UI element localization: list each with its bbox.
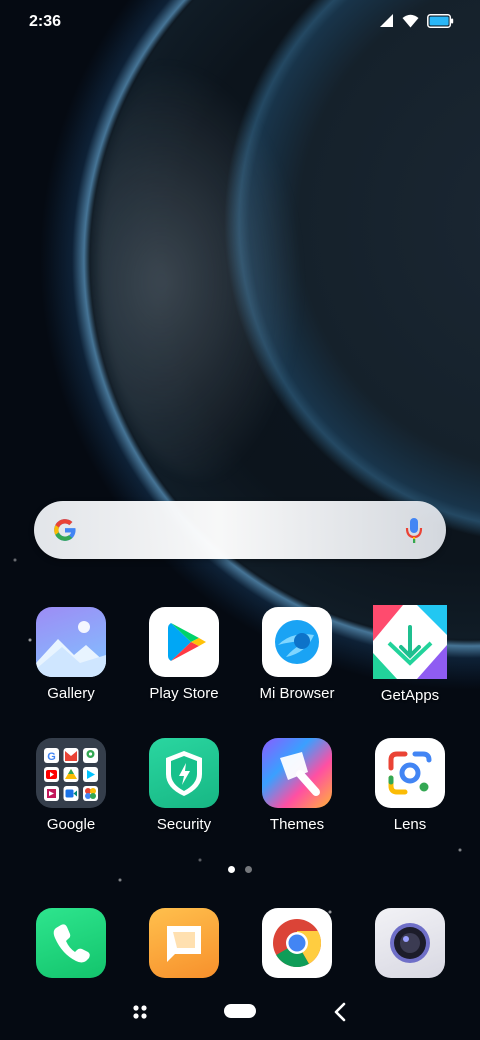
status-time: 2:36 — [29, 13, 62, 30]
cellular-signal-icon — [380, 14, 393, 27]
wifi-icon — [402, 14, 419, 27]
themes-brush-icon — [262, 738, 332, 808]
app-themes[interactable]: Themes — [242, 738, 352, 833]
app-gallery[interactable]: Gallery — [16, 607, 126, 702]
google-g-icon — [54, 519, 76, 541]
page-dot — [245, 866, 252, 873]
app-label: GetApps — [380, 687, 440, 704]
page-indicator — [228, 866, 252, 873]
home-pill[interactable] — [224, 1004, 256, 1018]
security-shield-icon — [149, 738, 219, 808]
mi-browser-icon — [262, 607, 332, 677]
svg-text:G: G — [47, 751, 56, 763]
lens-icon — [375, 738, 445, 808]
app-label: Lens — [393, 816, 427, 833]
app-security[interactable]: Security — [129, 738, 239, 833]
app-label: Mi Browser — [259, 685, 335, 702]
menu-icon[interactable] — [132, 1004, 148, 1020]
camera-icon[interactable] — [375, 908, 445, 978]
app-folder-google[interactable]: G Google — [16, 738, 126, 833]
navigation-bar — [0, 990, 480, 1040]
app-label: Gallery — [47, 685, 95, 702]
gallery-icon — [36, 607, 106, 677]
phone-icon[interactable] — [36, 908, 106, 978]
play-store-icon — [149, 607, 219, 677]
getapps-icon — [373, 605, 447, 679]
page-dot-active — [228, 866, 235, 873]
app-label: Themes — [269, 816, 325, 833]
messages-icon[interactable] — [149, 908, 219, 978]
battery-icon — [427, 13, 454, 28]
microphone-icon[interactable] — [404, 517, 424, 545]
google-folder-icon: G — [36, 738, 106, 808]
app-play-store[interactable]: Play Store — [129, 607, 239, 702]
status-bar: 2:36 — [0, 0, 480, 44]
status-icons — [379, 13, 454, 28]
app-lens[interactable]: Lens — [355, 738, 465, 833]
home-screen: 2:36 Gallery Play Store Mi Browser GetAp… — [0, 0, 480, 1040]
app-label: Security — [156, 816, 212, 833]
app-mi-browser[interactable]: Mi Browser — [242, 607, 352, 702]
app-label: Play Store — [149, 685, 219, 702]
app-label: Google — [46, 816, 96, 833]
google-search-bar[interactable] — [34, 501, 446, 559]
chrome-icon[interactable] — [262, 908, 332, 978]
app-getapps[interactable]: GetApps — [355, 605, 465, 704]
back-icon[interactable] — [333, 1002, 347, 1022]
